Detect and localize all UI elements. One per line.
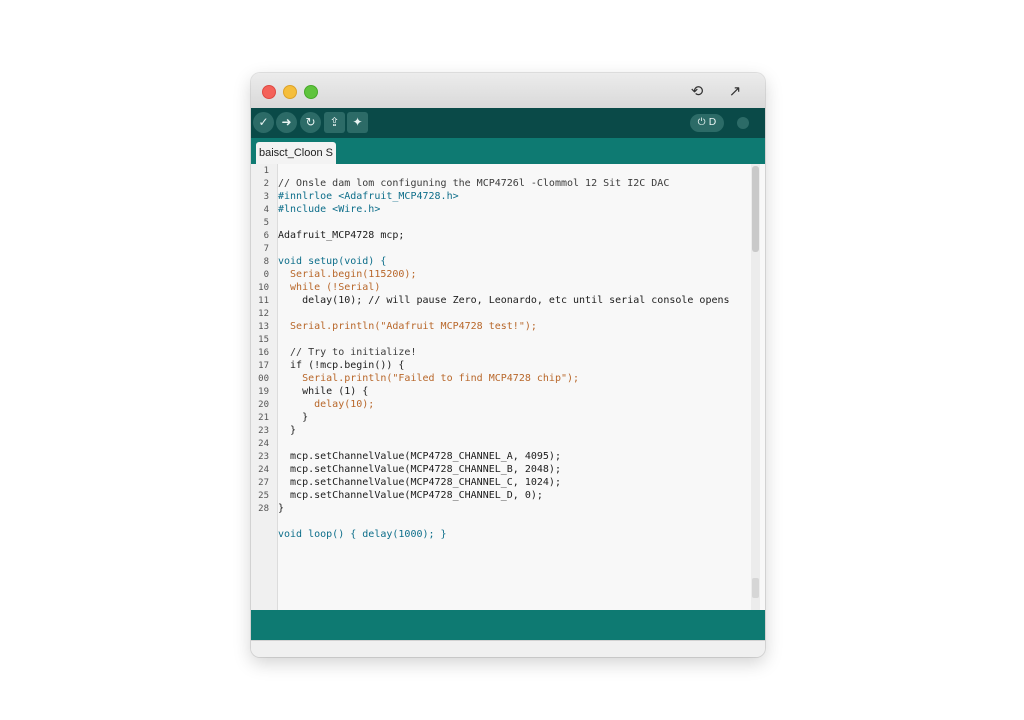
arrow-up-right-icon[interactable]: ↗ <box>725 81 745 101</box>
code-line: #lnclude <Wire.h> <box>278 204 381 215</box>
code-line: delay(10); // will pause Zero, Leonardo,… <box>278 295 730 306</box>
export-button[interactable]: ⇪ <box>324 112 345 133</box>
line-number: 2 <box>263 179 269 189</box>
line-number: 28 <box>258 504 269 514</box>
code-editor[interactable]: 1 2 3 4 5 6 7 8 0 10 11 12 13 15 16 17 0… <box>251 164 765 610</box>
code-line: Serial.println("Failed to find MCP4728 c… <box>278 373 580 384</box>
code-line: mcp.setChannelValue(MCP4728_CHANNEL_A, 4… <box>278 451 561 462</box>
code-line: } <box>278 425 297 436</box>
plotter-button[interactable]: ✦ <box>347 112 368 133</box>
line-number: 4 <box>263 205 269 215</box>
debug-button[interactable]: ↻ <box>300 112 321 133</box>
line-number: 16 <box>258 348 269 358</box>
code-line: while (1) { <box>278 386 369 397</box>
status-bar <box>251 610 765 640</box>
line-number: 5 <box>263 218 269 228</box>
line-number: 7 <box>263 244 269 254</box>
line-number: 24 <box>258 465 269 475</box>
tab-bar: baisct_Cloon S <box>251 138 765 164</box>
scroll-down-arrow[interactable] <box>752 578 759 598</box>
title-bar: ⟲ ↗ <box>251 73 765 109</box>
line-number-gutter: 1 2 3 4 5 6 7 8 0 10 11 12 13 15 16 17 0… <box>251 164 278 610</box>
line-number: 17 <box>258 361 269 371</box>
code-line: mcp.setChannelValue(MCP4728_CHANNEL_C, 1… <box>278 477 561 488</box>
line-number: 8 <box>263 257 269 267</box>
verify-button[interactable]: ✓ <box>253 112 274 133</box>
code-line: Serial.println("Adafruit MCP4728 test!")… <box>278 321 537 332</box>
code-line: void setup(void) { <box>278 256 387 267</box>
line-number: 10 <box>258 283 269 293</box>
line-number: 1 <box>263 166 269 176</box>
line-number: 11 <box>258 296 269 306</box>
minimize-window-button[interactable] <box>283 85 297 99</box>
code-line: } <box>278 503 285 514</box>
line-number: 15 <box>258 335 269 345</box>
tab-sketch[interactable]: baisct_Cloon S <box>256 142 336 164</box>
close-window-button[interactable] <box>262 85 276 99</box>
line-number: 23 <box>258 452 269 462</box>
code-line: // Onsle dam lom configuning the MCP4726… <box>278 178 670 189</box>
code-line: delay(10); <box>278 399 375 410</box>
zoom-window-button[interactable] <box>304 85 318 99</box>
code-line: Adafruit_MCP4728 mcp; <box>278 230 405 241</box>
line-number: 19 <box>258 387 269 397</box>
line-number: 3 <box>263 192 269 202</box>
line-number: 13 <box>258 322 269 332</box>
line-number: 21 <box>258 413 269 423</box>
code-line: } <box>278 412 309 423</box>
code-line: // Try to initialize! <box>278 347 417 358</box>
upload-button[interactable]: ➜ <box>276 112 297 133</box>
line-number: 24 <box>258 439 269 449</box>
settings-dot-icon[interactable] <box>737 117 749 129</box>
code-line: mcp.setChannelValue(MCP4728_CHANNEL_D, 0… <box>278 490 543 501</box>
code-line: #innlrloe <Adafruit_MCP4728.h> <box>278 191 459 202</box>
vertical-scrollbar[interactable] <box>751 164 760 610</box>
code-line: void loop() { delay(1000); } <box>278 529 447 540</box>
arduino-ide-window: ⟲ ↗ ✓ ➜ ↻ ⇪ ✦ ⏻ D baisct_Cloon S 1 2 3 4… <box>251 73 765 657</box>
code-line: Serial.begin(115200); <box>278 269 417 280</box>
line-number: 12 <box>258 309 269 319</box>
serial-monitor-button[interactable]: ⏻ D <box>690 114 724 132</box>
line-number: 6 <box>263 231 269 241</box>
line-number: 20 <box>258 400 269 410</box>
line-number: 25 <box>258 491 269 501</box>
code-line: while (!Serial) <box>278 282 381 293</box>
code-line: mcp.setChannelValue(MCP4728_CHANNEL_B, 2… <box>278 464 561 475</box>
output-console <box>251 640 765 657</box>
line-number: 00 <box>258 374 269 384</box>
line-number: 23 <box>258 426 269 436</box>
reset-icon[interactable]: ⟲ <box>687 81 707 101</box>
line-number: 27 <box>258 478 269 488</box>
line-number: 0 <box>263 270 269 280</box>
scrollbar-thumb[interactable] <box>752 166 759 252</box>
toolbar: ✓ ➜ ↻ ⇪ ✦ ⏻ D <box>251 108 765 138</box>
code-line: if (!mcp.begin()) { <box>278 360 405 371</box>
